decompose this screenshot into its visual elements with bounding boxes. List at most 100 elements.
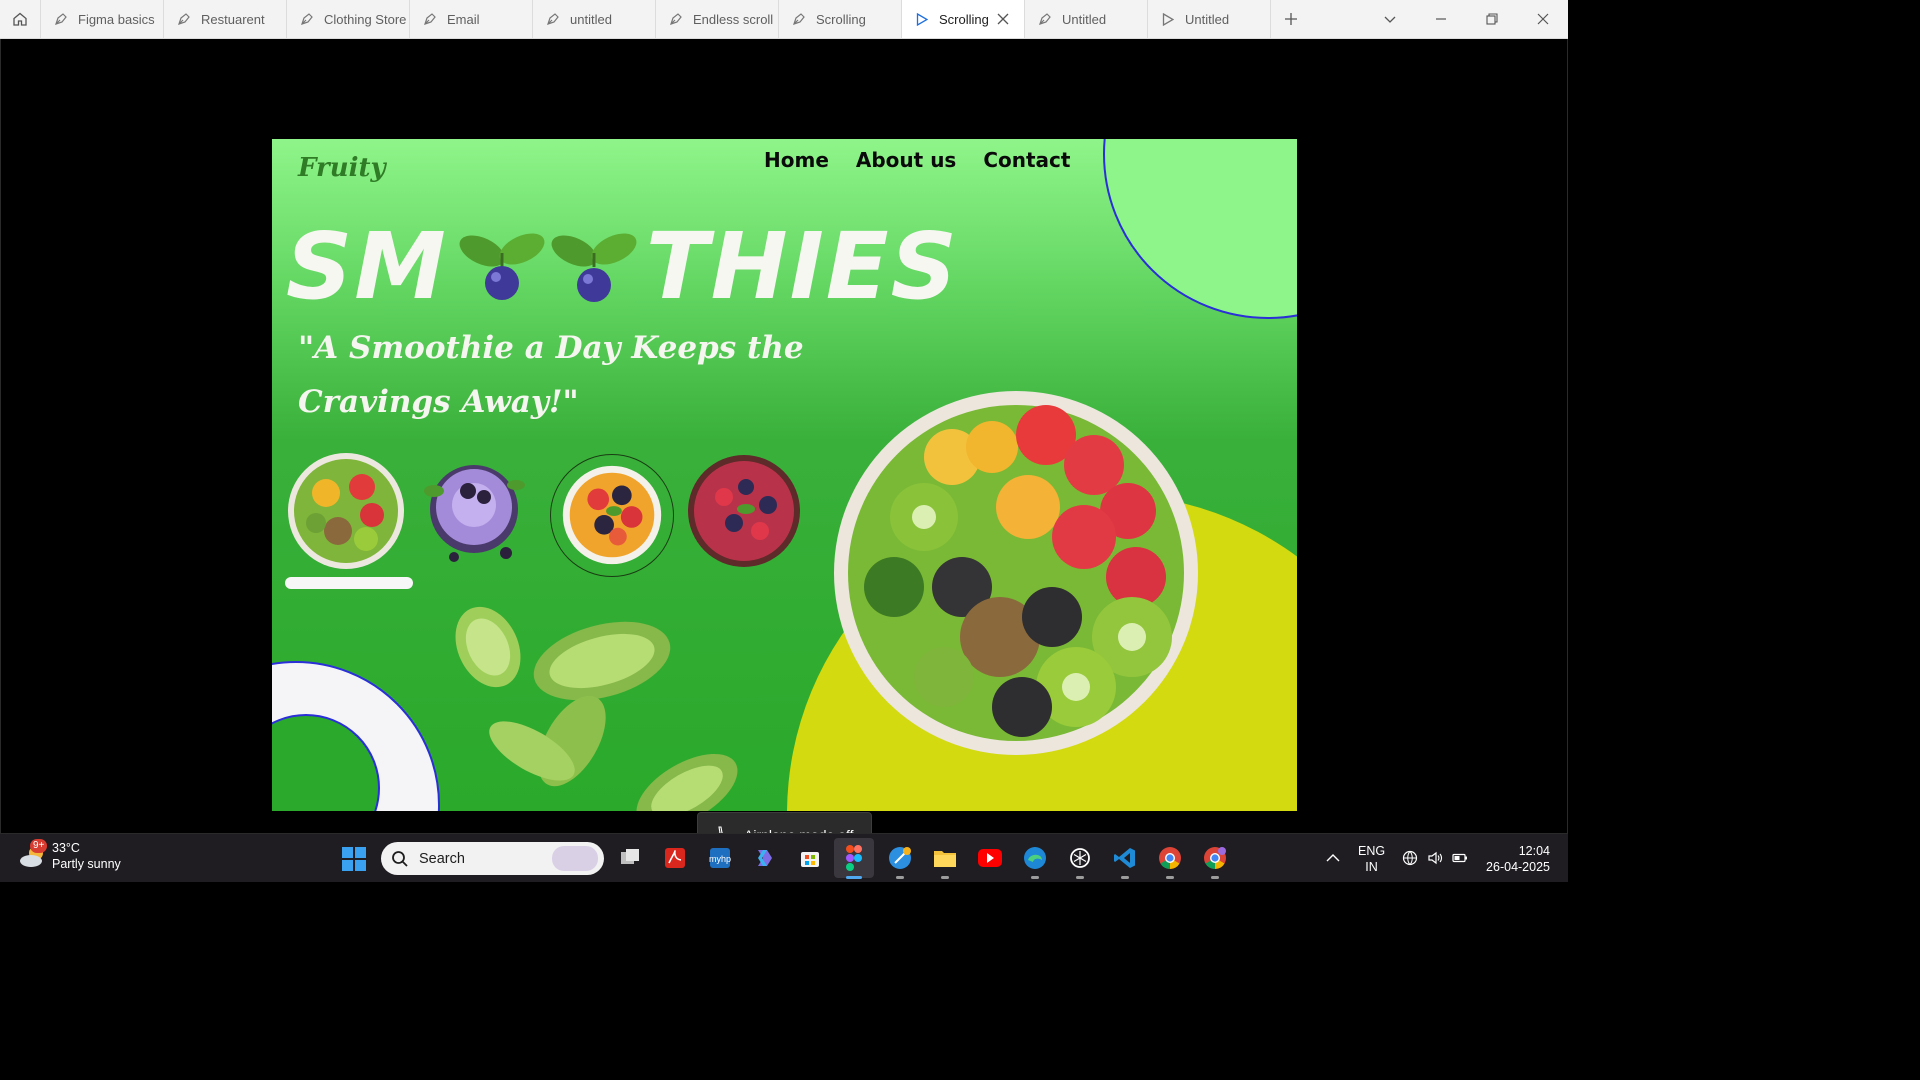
tab-9[interactable]: Untitled [1148, 0, 1271, 38]
nav-contact-link[interactable]: Contact [983, 148, 1070, 172]
restore-button[interactable] [1466, 0, 1517, 39]
running-indicator [1076, 876, 1084, 879]
myhp-icon[interactable]: myhp [705, 843, 735, 873]
main-nav: Home About us Contact [764, 148, 1070, 172]
tab-label: untitled [570, 11, 612, 27]
chrome-profile-icon[interactable] [1200, 843, 1230, 879]
new-tab-button[interactable] [1271, 0, 1311, 38]
ms-store-icon[interactable] [795, 843, 825, 873]
blueberry-leaf-icon [459, 233, 545, 300]
running-indicator [941, 876, 949, 879]
battery-icon[interactable] [1452, 850, 1468, 866]
copilot-icon[interactable] [750, 843, 780, 873]
youtube-icon[interactable] [975, 843, 1005, 873]
figma-file-icon [1038, 12, 1052, 26]
close-icon [1537, 13, 1548, 25]
close-tab-icon[interactable] [996, 12, 1010, 26]
vscode-icon[interactable] [1110, 843, 1140, 879]
smoothie-thumbnails [284, 447, 804, 589]
tab-0[interactable]: Figma basics [41, 0, 164, 38]
taskbar-search[interactable]: Search [381, 842, 604, 875]
tab-label: Untitled [1185, 11, 1230, 27]
chevron-down-icon [1384, 16, 1395, 23]
figma-file-icon [300, 12, 314, 26]
hero-berries [456, 221, 640, 313]
running-indicator [1121, 876, 1129, 879]
home-tab-button[interactable] [0, 0, 41, 38]
svg-text:myhp: myhp [709, 854, 731, 864]
figma-file-icon [546, 12, 560, 26]
weather-badge: 9+ [30, 839, 48, 853]
home-icon [13, 12, 27, 26]
hero-title-part-1: SM [286, 213, 448, 320]
tab-1[interactable]: Restuarent [164, 0, 287, 38]
tab-label: Figma basics [78, 11, 155, 27]
acrobat-icon[interactable] [660, 843, 690, 873]
tab-5[interactable]: Endless scroll [656, 0, 779, 38]
tab-label: Untitled [1062, 11, 1107, 27]
chrome-icon[interactable] [1155, 843, 1185, 879]
file-explorer-icon[interactable] [930, 843, 960, 879]
figma-file-icon [792, 12, 806, 26]
clock-time: 12:04 [1518, 844, 1550, 858]
corner-circle-decoration [1103, 139, 1297, 319]
search-placeholder: Search [419, 850, 465, 867]
tabs-dropdown-button[interactable] [1364, 0, 1415, 39]
tab-label: Email [447, 11, 480, 27]
tab-3[interactable]: Email [410, 0, 533, 38]
show-hidden-icons-icon[interactable] [1325, 850, 1341, 866]
weather-description: Partly sunny [52, 857, 121, 871]
thumbnail-blackberry-yogurt[interactable] [414, 451, 534, 571]
tab-label: Clothing Store [324, 11, 407, 27]
weather-widget[interactable]: 9+ 33°C Partly sunny [18, 839, 121, 872]
qa-icon[interactable] [885, 843, 915, 879]
figma-file-icon [423, 12, 437, 26]
chatgpt-icon[interactable] [1065, 843, 1095, 879]
task-view-icon[interactable] [615, 843, 645, 873]
taskbar: 9+ 33°C Partly sunny Search myhp ENG IN … [0, 833, 1568, 882]
blueberry-leaf-icon [551, 233, 637, 302]
globe-network-icon[interactable] [1402, 850, 1418, 866]
tab-7[interactable]: Scrolling [902, 0, 1025, 38]
brand-logo[interactable]: Fruity [298, 153, 386, 183]
tab-label: Restuarent [201, 11, 265, 27]
running-indicator [846, 876, 862, 879]
smoothie-landing-frame: Fruity Home About us Contact SM THIES "A… [272, 139, 1297, 811]
tab-label: Scrolling [816, 11, 866, 27]
partly-sunny-icon: 9+ [18, 839, 48, 871]
weather-temperature: 33°C [52, 841, 80, 855]
tab-8[interactable]: Untitled [1025, 0, 1148, 38]
tab-bar: Figma basics Restuarent Clothing Store Emai… [0, 0, 1568, 39]
minimize-button[interactable] [1415, 0, 1466, 39]
figma-file-icon [177, 12, 191, 26]
search-highlight-image [552, 846, 598, 871]
tab-4[interactable]: untitled [533, 0, 656, 38]
running-indicator [896, 876, 904, 879]
close-window-button[interactable] [1517, 0, 1568, 39]
figma-file-icon [54, 12, 68, 26]
prototype-canvas: Fruity Home About us Contact SM THIES "A… [0, 39, 1568, 858]
region-code: IN [1365, 860, 1378, 874]
smoothie-bowl-image [834, 391, 1198, 755]
tab-label: Endless scroll [693, 11, 774, 27]
edge-icon[interactable] [1020, 843, 1050, 879]
volume-icon[interactable] [1427, 850, 1443, 866]
nav-home-link[interactable]: Home [764, 148, 829, 172]
prototype-play-icon [1161, 12, 1175, 26]
thumbnail-berry-bowl[interactable] [553, 456, 671, 574]
tab-2[interactable]: Clothing Store [287, 0, 410, 38]
search-icon [392, 850, 408, 867]
figma-icon[interactable] [834, 838, 874, 879]
clock-date: 26-04-2025 [1486, 860, 1550, 874]
restore-icon [1485, 13, 1498, 25]
thumbnail-mixed-berry-bowl[interactable] [684, 451, 804, 571]
thumbnail-indicator-bar [285, 577, 413, 589]
nav-about-link[interactable]: About us [856, 148, 956, 172]
system-clock[interactable]: 12:04 26-04-2025 [1480, 843, 1550, 875]
figma-file-icon [669, 12, 683, 26]
hero-quote: "A Smoothie a Day Keeps the Cravings Awa… [298, 330, 804, 420]
tab-6[interactable]: Scrolling [779, 0, 902, 38]
windows-start-icon[interactable] [341, 846, 367, 872]
thumbnail-kiwi-bowl[interactable] [286, 451, 406, 571]
language-indicator[interactable]: ENG IN [1358, 843, 1385, 875]
